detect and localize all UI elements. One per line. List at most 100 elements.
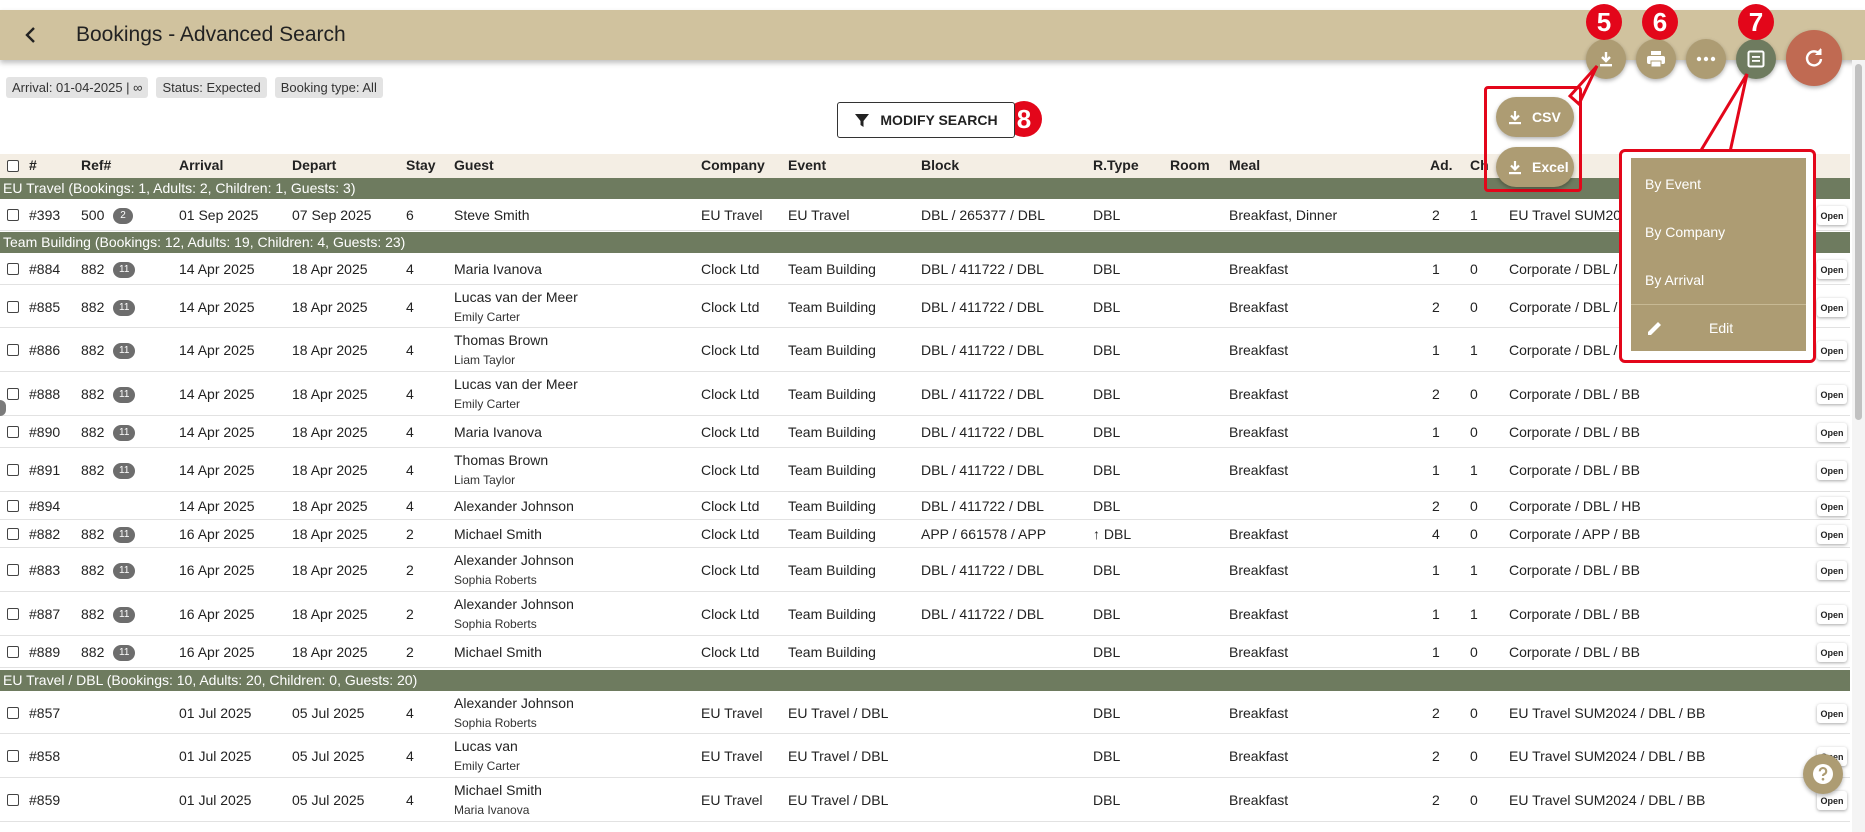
table-row[interactable]: #858 01 Jul 2025 05 Jul 2025 4 EU Travel EU T… [0, 734, 1850, 778]
open-booking-button[interactable]: Open [1817, 341, 1847, 360]
cell-ref: 500 [81, 207, 105, 223]
table-row[interactable]: #857 01 Jul 2025 05 Jul 2025 4 EU Travel EU T… [0, 691, 1850, 734]
table-row[interactable]: #884 14 Apr 2025 18 Apr 2025 4 Clock Ltd Team… [0, 253, 1850, 285]
open-booking-button[interactable]: Open [1817, 423, 1847, 442]
table-row[interactable]: #885 14 Apr 2025 18 Apr 2025 4 Clock Ltd Team… [0, 285, 1850, 328]
column-header-stay[interactable]: Stay [406, 157, 436, 173]
table-row[interactable]: #894 14 Apr 2025 18 Apr 2025 4 Clock Ltd Team… [0, 492, 1850, 520]
open-booking-button[interactable]: Open [1817, 260, 1847, 279]
column-header-num[interactable]: # [29, 157, 37, 173]
help-button[interactable] [1803, 754, 1843, 794]
group-by-event-item[interactable]: By Event [1645, 176, 1701, 192]
cell-guest: Maria Ivanova [454, 424, 542, 440]
cell-rtype: DBL [1093, 261, 1121, 277]
cell-rtype: DBL [1093, 748, 1121, 764]
group-count-badge: 11 [113, 607, 136, 623]
download-excel-button[interactable]: Excel [1496, 147, 1574, 187]
open-booking-button[interactable]: Open [1817, 298, 1847, 317]
open-booking-button[interactable]: Open [1817, 525, 1847, 544]
row-checkbox[interactable] [7, 794, 19, 806]
row-checkbox[interactable] [7, 388, 19, 400]
cell-meal: Breakfast [1229, 342, 1289, 358]
row-checkbox[interactable] [7, 707, 19, 719]
cell-stay: 6 [406, 207, 414, 223]
column-header-ref[interactable]: Ref# [81, 157, 111, 173]
column-header-rtype[interactable]: R.Type [1093, 157, 1139, 173]
row-checkbox[interactable] [7, 750, 19, 762]
cell-children: 0 [1470, 261, 1478, 277]
open-booking-button[interactable]: Open [1817, 206, 1847, 225]
table-row[interactable]: #393 01 Sep 2025 07 Sep 2025 6 EU Travel EU T… [0, 199, 1850, 231]
table-row[interactable]: #891 14 Apr 2025 18 Apr 2025 4 Clock Ltd Team… [0, 448, 1850, 492]
row-checkbox[interactable] [7, 344, 19, 356]
cell-event: Team Building [788, 644, 876, 660]
column-header-arrival[interactable]: Arrival [179, 157, 223, 173]
column-header-block[interactable]: Block [921, 157, 959, 173]
column-header-depart[interactable]: Depart [292, 157, 336, 173]
group-by-arrival-item[interactable]: By Arrival [1645, 272, 1704, 288]
cell-arrival: 16 Apr 2025 [179, 606, 255, 622]
row-checkbox[interactable] [7, 528, 19, 540]
cell-stay: 4 [406, 261, 414, 277]
group-header-row[interactable]: Team Building (Bookings: 12, Adults: 19,… [0, 232, 1850, 253]
table-row[interactable]: #883 16 Apr 2025 18 Apr 2025 2 Clock Ltd Team… [0, 548, 1850, 592]
open-booking-button[interactable]: Open [1817, 643, 1847, 662]
cell-meal: Breakfast [1229, 261, 1289, 277]
filter-chips: Arrival: 01-04-2025 | ∞ Status: Expected… [6, 77, 383, 98]
row-checkbox[interactable] [7, 564, 19, 576]
group-count-badge: 11 [113, 645, 136, 661]
row-checkbox[interactable] [7, 263, 19, 275]
group-count-badge: 11 [113, 463, 136, 479]
cell-meal: Breakfast [1229, 386, 1289, 402]
row-checkbox[interactable] [7, 209, 19, 221]
column-header-event[interactable]: Event [788, 157, 826, 173]
open-booking-button[interactable]: Open [1817, 461, 1847, 480]
table-row[interactable]: #859 01 Jul 2025 05 Jul 2025 4 EU Travel EU T… [0, 778, 1850, 822]
cell-arrival: 14 Apr 2025 [179, 342, 255, 358]
table-row[interactable]: #882 16 Apr 2025 18 Apr 2025 2 Clock Ltd Team… [0, 520, 1850, 548]
group-header-row[interactable]: EU Travel / DBL (Bookings: 10, Adults: 2… [0, 670, 1850, 691]
row-checkbox[interactable] [7, 646, 19, 658]
table-row[interactable]: #888 14 Apr 2025 18 Apr 2025 4 Clock Ltd Team… [0, 372, 1850, 416]
column-header-room[interactable]: Room [1170, 157, 1210, 173]
open-booking-button[interactable]: Open [1817, 497, 1847, 516]
filter-chip-arrival[interactable]: Arrival: 01-04-2025 | ∞ [6, 77, 149, 98]
vertical-scrollbar[interactable] [1852, 60, 1865, 832]
download-csv-button[interactable]: CSV [1496, 97, 1574, 137]
filter-chip-booking-type[interactable]: Booking type: All [274, 77, 383, 98]
open-booking-button[interactable]: Open [1817, 605, 1847, 624]
column-header-guest[interactable]: Guest [454, 157, 494, 173]
column-header-company[interactable]: Company [701, 157, 765, 173]
row-checkbox[interactable] [7, 426, 19, 438]
select-all-checkbox[interactable] [7, 160, 19, 172]
open-booking-button[interactable]: Open [1817, 385, 1847, 404]
cell-adults: 2 [1432, 207, 1440, 223]
row-checkbox[interactable] [7, 301, 19, 313]
scrollbar-thumb[interactable] [1855, 64, 1862, 420]
bookings-page: Bookings - Advanced Search 5 6 7 8 Arriv… [0, 0, 1865, 832]
cell-rate: Corporate / DBL / BB [1509, 386, 1640, 402]
row-checkbox[interactable] [7, 500, 19, 512]
cell-stay: 4 [406, 342, 414, 358]
cell-rate: Corporate / DBL / HB [1509, 498, 1641, 514]
column-header-ad[interactable]: Ad. [1430, 157, 1453, 173]
table-row[interactable]: #886 14 Apr 2025 18 Apr 2025 4 Clock Ltd Team… [0, 328, 1850, 372]
column-header-meal[interactable]: Meal [1229, 157, 1260, 173]
cell-rtype: DBL [1093, 606, 1121, 622]
table-row[interactable]: #887 16 Apr 2025 18 Apr 2025 2 Clock Ltd Team… [0, 592, 1850, 636]
group-by-company-item[interactable]: By Company [1645, 224, 1725, 240]
modify-search-button[interactable]: MODIFY SEARCH [837, 102, 1015, 138]
filter-chip-status[interactable]: Status: Expected [156, 77, 267, 98]
cell-children: 1 [1470, 207, 1478, 223]
cell-event: Team Building [788, 526, 876, 542]
table-row[interactable]: #889 16 Apr 2025 18 Apr 2025 2 Clock Ltd Team… [0, 636, 1850, 668]
download-icon [1509, 110, 1521, 124]
cell-num: #889 [29, 644, 61, 660]
row-checkbox[interactable] [7, 464, 19, 476]
table-row[interactable]: #890 14 Apr 2025 18 Apr 2025 4 Clock Ltd Team… [0, 416, 1850, 448]
open-booking-button[interactable]: Open [1817, 561, 1847, 580]
row-checkbox[interactable] [7, 608, 19, 620]
cell-guest-secondary: Emily Carter [454, 759, 521, 773]
group-edit-item[interactable]: Edit [1645, 310, 1795, 346]
open-booking-button[interactable]: Open [1817, 704, 1847, 723]
